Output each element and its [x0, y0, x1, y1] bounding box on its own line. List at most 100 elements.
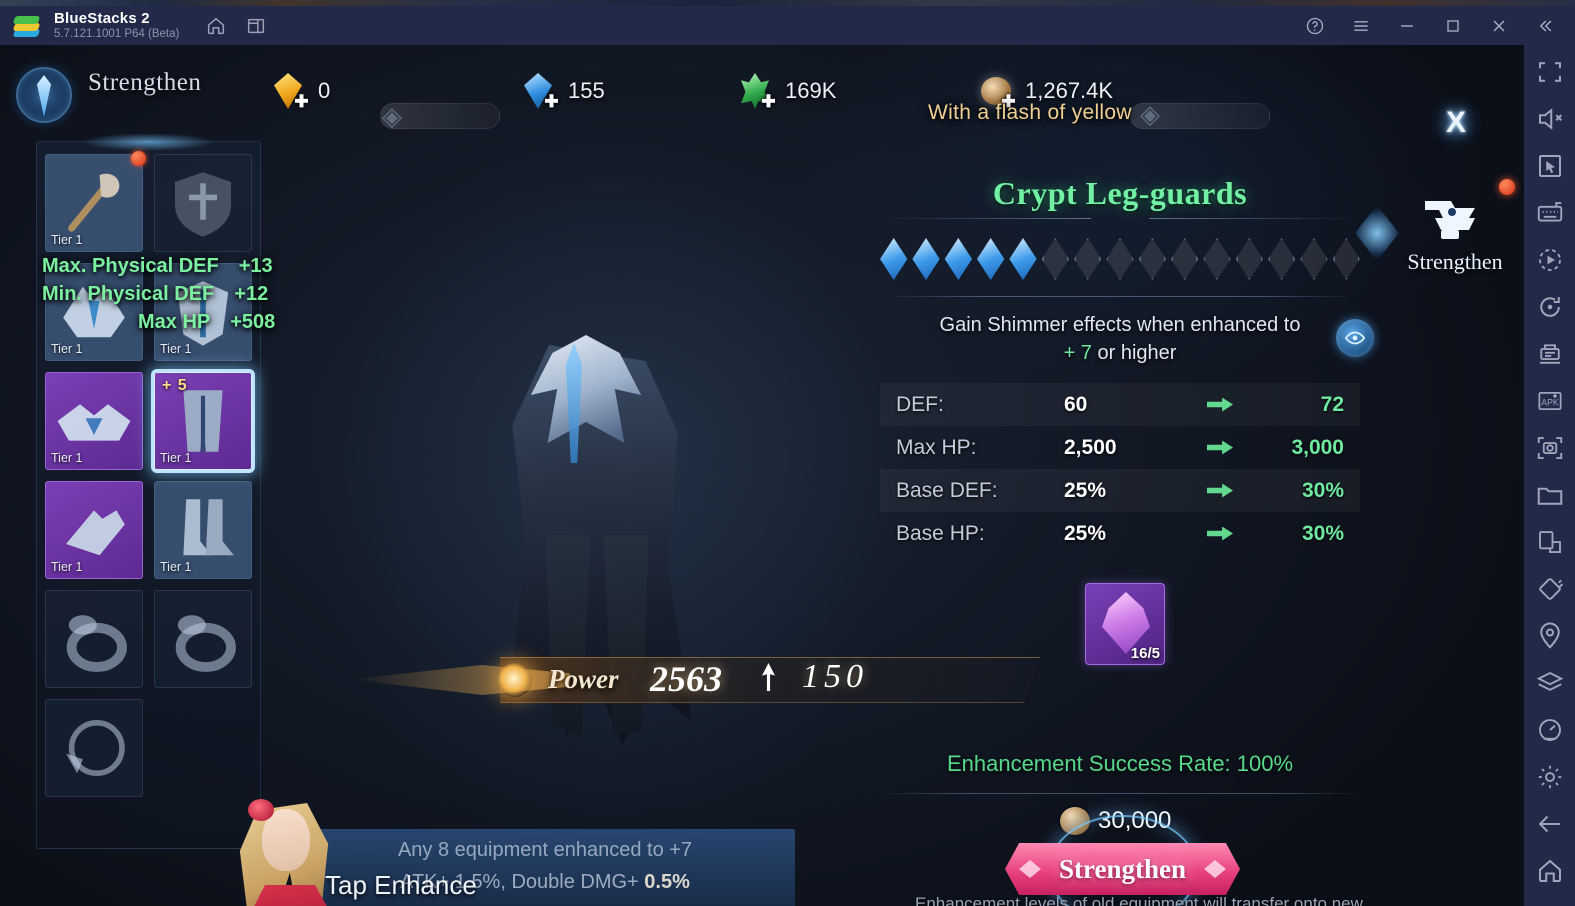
hamburger-menu-icon[interactable]: [1351, 16, 1371, 36]
stat-label: Base DEF:: [896, 478, 998, 502]
location-icon[interactable]: [1535, 621, 1565, 651]
detail-divider-2: [880, 793, 1360, 794]
recents-icon[interactable]: [245, 15, 267, 37]
strengthen-tab[interactable]: Strengthen: [1355, 177, 1524, 287]
enhance-diamond-11: [1203, 238, 1231, 280]
enhancement-material[interactable]: 16/5: [1085, 583, 1165, 665]
stat-gain-label: Max. Physical DEF: [42, 255, 219, 277]
enhance-diamond-4: [977, 238, 1005, 280]
currency-value: 155: [568, 78, 605, 103]
enhance-diamond-10: [1170, 238, 1199, 280]
home-icon[interactable]: [205, 15, 227, 37]
minimize-icon[interactable]: [1397, 16, 1417, 36]
maximize-icon[interactable]: [1443, 16, 1463, 36]
home-icon[interactable]: [1535, 856, 1565, 886]
power-delta: 150: [802, 658, 868, 695]
arrow-right-icon: [1184, 526, 1256, 541]
enhance-diamond-8: [1106, 238, 1134, 280]
collapse-sidebar-icon[interactable]: [1535, 16, 1555, 36]
item-name: Crypt Leg-guards: [992, 175, 1248, 211]
strengthen-button[interactable]: Strengthen: [1005, 843, 1240, 895]
stat-gain-2: Max HP +508: [138, 311, 275, 334]
strengthen-button-label: Strengthen: [1058, 853, 1186, 884]
stat-row: Base DEF: 25% 30%: [880, 469, 1360, 512]
keyboard-controls-icon[interactable]: [1535, 198, 1565, 228]
stat-comparison-table: DEF: 60 72 Max HP: 2,500 3,000 Base DEF: 25% 30%…: [880, 383, 1360, 555]
close-x-label: X: [1445, 106, 1466, 139]
titlebar-nav-icons: [205, 15, 267, 37]
power-banner: Power 2563 150: [350, 633, 1050, 725]
close-screen-button[interactable]: X: [1430, 97, 1482, 149]
stat-current-value: 60: [1064, 392, 1088, 416]
item-name-rule: [880, 218, 1360, 220]
stat-gain-0: Max. Physical DEF +13: [42, 255, 273, 278]
arrow-right-icon: [1184, 483, 1256, 498]
back-icon[interactable]: [1535, 809, 1565, 839]
enhance-diamond-14: [1300, 238, 1328, 280]
currency-blue-diamond[interactable]: ✚ 155: [518, 67, 605, 115]
slot-tier: Tier 1: [51, 342, 83, 356]
currency-gold-gem[interactable]: ✚ 0: [268, 67, 330, 115]
help-icon[interactable]: [1305, 16, 1325, 36]
currency-green-herb[interactable]: ✚ 169K: [735, 67, 836, 115]
install-apk-icon[interactable]: APK: [1535, 386, 1565, 416]
cursor-icon[interactable]: [1535, 151, 1565, 181]
equipment-slot-necklace[interactable]: [45, 699, 143, 797]
npc-flower-art: [248, 799, 274, 821]
shake-icon[interactable]: [1535, 574, 1565, 604]
stat-next-value: 30%: [1301, 521, 1344, 545]
stat-gain-label: Max HP: [138, 311, 211, 333]
layers-icon[interactable]: [1535, 668, 1565, 698]
equipment-slot-leg-guards[interactable]: + 5 Tier 1: [154, 372, 252, 470]
app-root: BlueStacks 2 5.7.121.1001 P64 (Beta) Str…: [0, 0, 1575, 906]
performance-icon[interactable]: [1535, 715, 1565, 745]
screenshot-icon[interactable]: [1535, 433, 1565, 463]
stat-gain-value: +13: [238, 255, 273, 277]
stat-gain-value: +12: [234, 283, 269, 305]
macro-recorder-icon[interactable]: [1535, 245, 1565, 275]
equipment-slot-shield[interactable]: [154, 154, 252, 252]
strengthen-emblem-icon: [8, 59, 80, 131]
stat-gain-label: Min. Physical DEF: [42, 283, 215, 305]
fullscreen-icon[interactable]: [1535, 57, 1565, 87]
mute-icon[interactable]: [1535, 104, 1565, 134]
multi-instance-icon[interactable]: [1535, 339, 1565, 369]
equipment-slot-boots[interactable]: Tier 1: [154, 481, 252, 579]
equipment-slot-gloves[interactable]: Tier 1: [45, 481, 143, 579]
equipment-slot-ring-1[interactable]: [45, 590, 143, 688]
equipment-slot-shoulders[interactable]: Tier 1: [45, 372, 143, 470]
slot-tier: Tier 1: [51, 451, 83, 465]
equipment-panel: Tier 1 Tier 1 Tier 1 Tier 1 + 5 Tier 1 T…: [36, 133, 261, 849]
equipment-slot-weapon[interactable]: Tier 1: [45, 151, 146, 252]
diamond-ornament-icon: ◈: [382, 101, 402, 131]
svg-text:APK: APK: [1541, 397, 1559, 407]
currency-value: 169K: [785, 78, 837, 103]
green-herb-icon: ✚: [735, 69, 779, 113]
settings-gear-icon[interactable]: [1535, 762, 1565, 792]
diamond-ornament-icon-2: ◈: [1140, 99, 1160, 129]
enhance-diamond-1: [880, 238, 908, 280]
shimmer-text-before: Gain Shimmer effects when enhanced to: [939, 314, 1301, 336]
power-label: Power: [548, 664, 619, 694]
success-rate-text: Enhancement Success Rate: 100%: [946, 751, 1294, 776]
stat-row: Base HP: 25% 30%: [880, 512, 1360, 555]
enhance-diamond-13: [1267, 238, 1296, 280]
currency-value: 0: [318, 78, 331, 103]
media-folder-icon[interactable]: [1535, 480, 1565, 510]
enhance-diamond-9: [1138, 238, 1166, 280]
enhance-diamond-5: [1009, 238, 1037, 280]
stat-current-value: 25%: [1064, 521, 1107, 545]
stat-next-value: 30%: [1301, 478, 1344, 502]
eye-icon[interactable]: [1336, 319, 1374, 357]
resize-icon[interactable]: [1535, 527, 1565, 557]
enhance-diamond-12: [1235, 238, 1263, 280]
enhance-diamond-7: [1074, 238, 1102, 280]
shield-icon: [161, 161, 245, 245]
rotate-icon[interactable]: [1535, 292, 1565, 322]
close-icon[interactable]: [1489, 16, 1509, 36]
transfer-note: Enhancement levels of old equipment will…: [915, 894, 1363, 906]
blue-diamond-icon: ✚: [518, 69, 562, 113]
equipment-slot-ring-2[interactable]: [154, 590, 252, 688]
ring-icon: [161, 597, 245, 681]
enhance-diamond-3: [944, 238, 973, 280]
